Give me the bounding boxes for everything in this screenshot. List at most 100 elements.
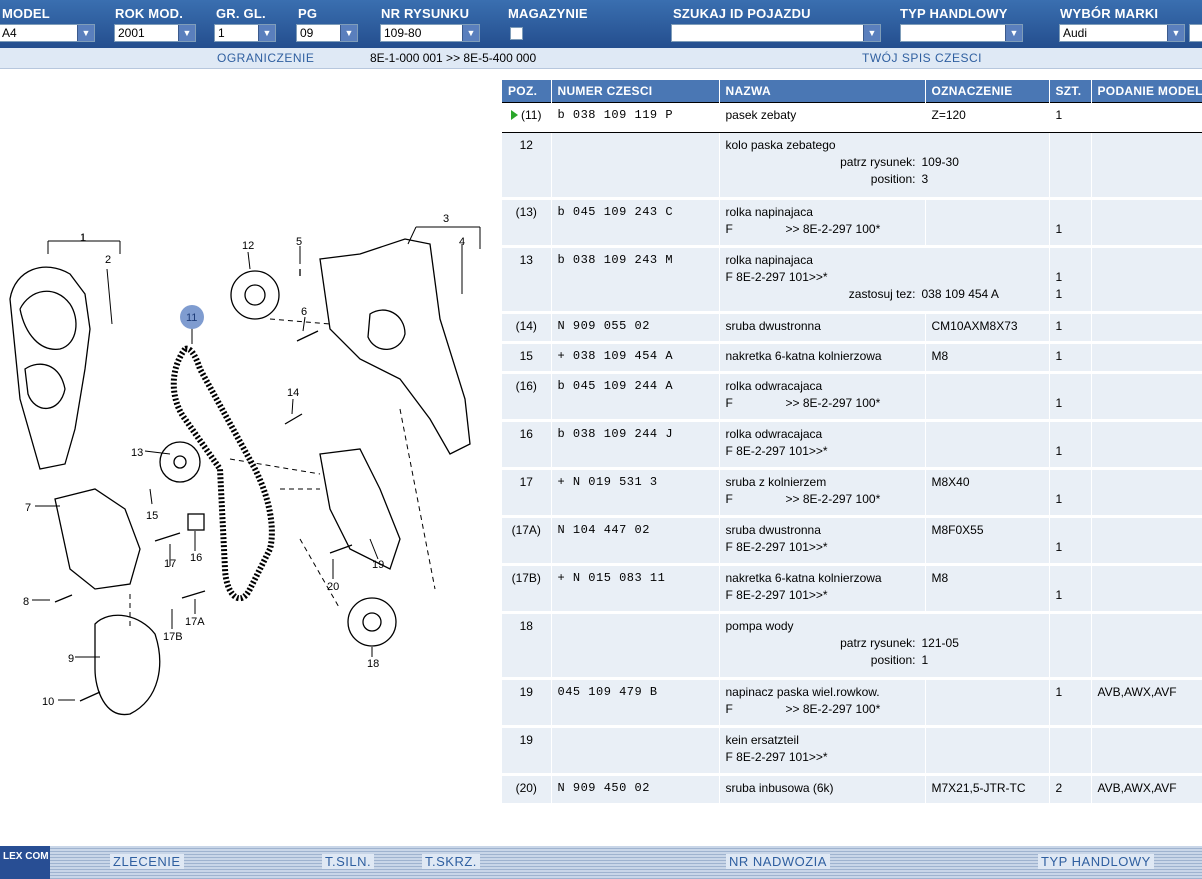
- numer-cell: b 045 109 244 A: [551, 372, 720, 422]
- nazwa-cell: napinacz paska wiel.rowkow. F >> 8E-2-297 …: [719, 678, 926, 728]
- poz-cell: 18: [502, 612, 552, 680]
- nazwa-cell: sruba inbusowa (6k): [719, 774, 926, 806]
- wybor-marki-extra-select[interactable]: [1189, 24, 1202, 42]
- szt-cell: 1: [1049, 312, 1092, 344]
- col-podanie[interactable]: PODANIE MODELU: [1091, 80, 1202, 103]
- oznaczenie-cell: [925, 198, 1050, 248]
- poz-cell: (17B): [502, 564, 552, 614]
- nr-rysunku-label: NR RYSUNKU: [381, 6, 470, 21]
- szukaj-input[interactable]: ▼: [671, 24, 881, 42]
- szt-cell: 1: [1049, 420, 1092, 470]
- col-poz[interactable]: POZ.: [502, 80, 552, 103]
- table-row[interactable]: 19 045 109 479 B napinacz paska wiel.row…: [502, 678, 1202, 728]
- callout-15: 15: [146, 510, 158, 522]
- numer-cell: + 038 109 454 A: [551, 342, 720, 374]
- poz-cell: (13): [502, 198, 552, 248]
- poz-cell: 13: [502, 246, 552, 314]
- table-row[interactable]: 13 b 038 109 243 M rolka napinajaca F 8E…: [502, 246, 1202, 314]
- table-row[interactable]: (11) b 038 109 119 P pasek zebaty Z=120 …: [502, 102, 1202, 133]
- gr-gl-select[interactable]: 1 ▼: [214, 24, 276, 42]
- podanie-cell: [1091, 468, 1202, 518]
- magazynie-checkbox[interactable]: [510, 27, 523, 40]
- rok-mod-select[interactable]: 2001 ▼: [114, 24, 196, 42]
- zlecenie-button[interactable]: ZLECENIE: [110, 854, 184, 869]
- numer-cell: [551, 132, 720, 200]
- poz-cell: (16): [502, 372, 552, 422]
- poz-cell: (11): [502, 102, 552, 133]
- szt-cell: [1049, 726, 1092, 776]
- timing-belt: [170, 345, 275, 602]
- szt-cell: 1: [1049, 564, 1092, 614]
- callout-9: 9: [68, 653, 74, 665]
- numer-cell: b 038 109 119 P: [551, 102, 720, 133]
- oznaczenie-cell: M7X21,5-JTR-TC: [925, 774, 1050, 806]
- chevron-down-icon[interactable]: ▼: [462, 25, 479, 41]
- table-row[interactable]: (20) N 909 450 02 sruba inbusowa (6k) M7…: [502, 774, 1202, 806]
- poz-cell: 17: [502, 468, 552, 518]
- nr-nadwozia-button[interactable]: NR NADWOZIA: [726, 854, 830, 869]
- callout-1: 1: [80, 232, 86, 244]
- nazwa-cell: pasek zebaty: [719, 102, 926, 133]
- callout-4: 4: [459, 236, 465, 248]
- callout-5: 5: [296, 236, 302, 248]
- pg-label: PG: [298, 6, 318, 21]
- col-numer[interactable]: NUMER CZESCI: [551, 80, 720, 103]
- poz-cell: 16: [502, 420, 552, 470]
- table-row[interactable]: 17 + N 019 531 3 sruba z kolnierzem F >> 8…: [502, 468, 1202, 518]
- table-row[interactable]: (13) b 045 109 243 C rolka napinajaca F >>…: [502, 198, 1202, 248]
- numer-cell: b 045 109 243 C: [551, 198, 720, 248]
- podanie-cell: AVB,AWX,AVF: [1091, 678, 1202, 728]
- t-siln-button[interactable]: T.SILN.: [322, 854, 375, 869]
- rear-cover-lower: [94, 614, 161, 716]
- callout-13: 13: [131, 447, 143, 459]
- oznaczenie-cell: [925, 726, 1050, 776]
- nr-rysunku-select[interactable]: 109-80 ▼: [380, 24, 480, 42]
- pg-select[interactable]: 09 ▼: [296, 24, 358, 42]
- callout-2: 2: [105, 254, 111, 266]
- table-row[interactable]: 18 pompa wody patrz rysunek: 121-05 posit…: [502, 612, 1202, 680]
- chevron-down-icon[interactable]: ▼: [178, 25, 195, 41]
- chevron-down-icon[interactable]: ▼: [258, 25, 275, 41]
- timing-belt-diagram: 1 2 3 4 5 6 7 8 9 10 11 12 13 14 15 16 1…: [9, 213, 481, 716]
- model-select[interactable]: A4 ▼: [0, 24, 95, 42]
- nazwa-cell: pompa wody patrz rysunek: 121-05 position…: [719, 612, 1050, 680]
- nazwa-cell: kein ersatzteil F 8E-2-297 101>>*: [719, 726, 926, 776]
- ograniczenie-label: OGRANICZENIE: [217, 51, 315, 65]
- wybor-marki-label: WYBÓR MARKI: [1060, 6, 1159, 21]
- podanie-cell: AVB,AWX,AVF: [1091, 774, 1202, 806]
- nazwa-cell: kolo paska zebatego patrz rysunek: 109-30…: [719, 132, 1050, 200]
- chevron-down-icon[interactable]: ▼: [77, 25, 94, 41]
- chevron-down-icon[interactable]: ▼: [1005, 25, 1022, 41]
- gr-gl-label: GR. GL.: [216, 6, 266, 21]
- wybor-marki-select[interactable]: Audi ▼: [1059, 24, 1185, 42]
- table-row[interactable]: (17B) + N 015 083 11 nakretka 6-katna ko…: [502, 564, 1202, 614]
- podanie-cell: [1091, 102, 1202, 133]
- nazwa-cell: rolka odwracajaca F 8E-2-297 101>>*: [719, 420, 926, 470]
- twoj-spis-link[interactable]: TWÓJ SPIS CZESCI: [862, 51, 982, 65]
- table-row[interactable]: (17A) N 104 447 02 sruba dwustronna F 8E-…: [502, 516, 1202, 566]
- podanie-cell: [1091, 564, 1202, 614]
- selected-row-icon: [511, 110, 519, 120]
- table-row[interactable]: (16) b 045 109 244 A rolka odwracajaca F >…: [502, 372, 1202, 422]
- model-value: A4: [2, 26, 17, 40]
- table-row[interactable]: 15 + 038 109 454 A nakretka 6-katna koln…: [502, 342, 1202, 374]
- table-row[interactable]: 19 kein ersatzteil F 8E-2-297 101>>*: [502, 726, 1202, 776]
- table-row[interactable]: 12 kolo paska zebatego patrz rysunek: 109…: [502, 132, 1202, 200]
- col-nazwa[interactable]: NAZWA: [719, 80, 926, 103]
- nazwa-cell: nakretka 6-katna kolnierzowa: [719, 342, 926, 374]
- col-oznaczenie[interactable]: OZNACZENIE: [925, 80, 1050, 103]
- table-row[interactable]: (14) N 909 055 02 sruba dwustronna CM10A…: [502, 312, 1202, 344]
- nazwa-cell: sruba z kolnierzem F >> 8E-2-297 100*: [719, 468, 926, 518]
- chevron-down-icon[interactable]: ▼: [340, 25, 357, 41]
- chevron-down-icon[interactable]: ▼: [863, 25, 880, 41]
- callout-8: 8: [23, 596, 29, 608]
- col-szt[interactable]: SZT.: [1049, 80, 1092, 103]
- t-skrz-button[interactable]: T.SKRZ.: [422, 854, 480, 869]
- typ-handlowy-button[interactable]: TYP HANDLOWY: [1038, 854, 1154, 869]
- poz-cell: 19: [502, 678, 552, 728]
- parts-table: POZ. NUMER CZESCI NAZWA OZNACZENIE SZT. …: [502, 80, 1202, 806]
- typ-handlowy-select[interactable]: ▼: [900, 24, 1023, 42]
- gr-gl-value: 1: [218, 26, 225, 40]
- table-row[interactable]: 16 b 038 109 244 J rolka odwracajaca F 8E…: [502, 420, 1202, 470]
- chevron-down-icon[interactable]: ▼: [1167, 25, 1184, 41]
